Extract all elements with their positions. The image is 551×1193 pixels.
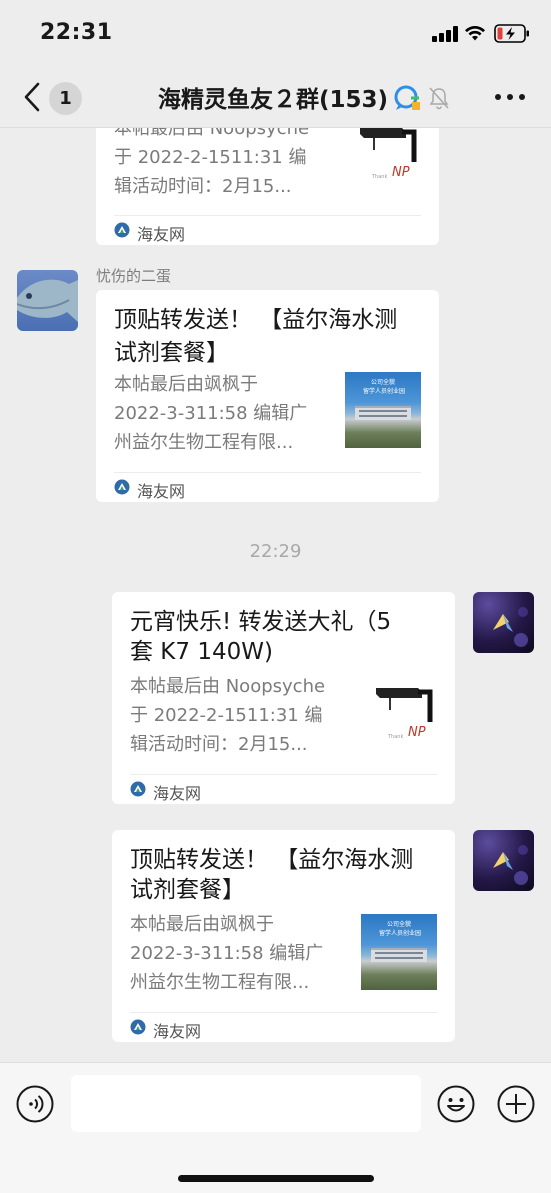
sender-name: 忧伤的二蛋 [96, 267, 172, 285]
source-logo-icon [130, 781, 146, 797]
svg-text:NP: NP [408, 725, 426, 740]
card-title-line: 顶贴转发送！ 【益尔海水测 [130, 847, 414, 873]
card-description-line: 本帖最后由飒枫于 [114, 374, 258, 395]
input-bar [0, 1062, 551, 1193]
avatar[interactable] [17, 270, 78, 331]
card-description-line: 州益尔生物工程有限... [130, 972, 310, 993]
card-description-line: 2022-3-311:58 编辑广 [114, 403, 308, 424]
card-divider [130, 774, 437, 775]
card-source-label: 海友网 [137, 225, 186, 244]
card-title-line: 顶贴转发送！ 【益尔海水测 [114, 307, 398, 333]
card-divider [114, 472, 421, 473]
card-title-line: 试剂套餐】 [130, 877, 245, 903]
avatar[interactable] [473, 830, 534, 891]
card-description-line: 本帖最后由 Noopsyche [114, 128, 310, 139]
message-input[interactable] [71, 1075, 421, 1132]
card-description-line: 本帖最后由 Noopsyche [130, 676, 326, 697]
voice-input-icon[interactable] [16, 1085, 54, 1123]
home-indicator [178, 1175, 374, 1182]
source-logo-icon [114, 222, 130, 238]
card-divider [114, 215, 421, 216]
link-card[interactable]: 元宵快乐! 转发送大礼（5 套 K7 140W) 本帖最后由 Noopsyche… [112, 592, 455, 804]
plus-icon[interactable] [497, 1085, 535, 1123]
link-card[interactable]: 顶贴转发送！ 【益尔海水测 试剂套餐】 本帖最后由飒枫于 2022-3-311:… [96, 290, 439, 502]
unread-count-badge[interactable]: 1 [49, 82, 82, 115]
avatar[interactable] [473, 592, 534, 653]
status-time: 22:31 [40, 20, 113, 45]
svg-text:Thank: Thank [371, 174, 387, 180]
card-source-label: 海友网 [153, 784, 202, 803]
card-divider [130, 1012, 437, 1013]
card-description-line: 于 2022-2-1511:31 编 [130, 705, 323, 726]
link-card[interactable]: 顶贴转发送！ 【益尔海水测 试剂套餐】 本帖最后由飒枫于 2022-3-311:… [112, 830, 455, 1042]
card-title-line: 试剂套餐】 [114, 340, 229, 366]
wifi-icon [465, 25, 485, 41]
card-description-line: 辑活动时间：2月15... [114, 176, 292, 197]
battery-charging-icon [494, 24, 529, 43]
source-logo-icon [114, 479, 130, 495]
more-options-button[interactable] [494, 86, 526, 106]
card-description-line: 州益尔生物工程有限... [114, 432, 294, 453]
card-source-label: 海友网 [153, 1022, 202, 1041]
svg-text:Thank: Thank [387, 734, 403, 740]
cellular-signal-icon [432, 26, 458, 42]
enterprise-chat-icon [394, 85, 420, 110]
card-description-line: 辑活动时间：2月15... [130, 734, 308, 755]
card-description-line: 于 2022-2-1511:31 编 [114, 147, 307, 168]
emoji-icon[interactable] [437, 1085, 475, 1123]
svg-text:NP: NP [392, 165, 410, 180]
company-building-thumbnail: 公司全貌 留学人员创业园 [361, 914, 437, 990]
aquarium-light-thumbnail: NP Thank [368, 676, 444, 752]
source-logo-icon [130, 1019, 146, 1035]
time-stamp: 22:29 [249, 541, 302, 562]
aquarium-light-thumbnail: NP Thank [352, 128, 428, 192]
link-card[interactable]: 本帖最后由 Noopsyche 于 2022-2-1511:31 编 辑活动时间… [96, 128, 439, 245]
card-title-line: 套 K7 140W) [130, 639, 273, 665]
message-list[interactable]: 本帖最后由 Noopsyche 于 2022-2-1511:31 编 辑活动时间… [0, 128, 551, 1062]
card-source-label: 海友网 [137, 482, 186, 501]
chat-header: 1 海精灵鱼友２群(153) [0, 66, 551, 128]
card-description-line: 2022-3-311:58 编辑广 [130, 943, 324, 964]
status-bar: 22:31 [0, 0, 551, 66]
back-button[interactable] [18, 80, 48, 114]
mute-bell-icon [429, 87, 449, 110]
chat-title: 海精灵鱼友２群(153) [158, 87, 389, 113]
card-title-line: 元宵快乐! 转发送大礼（5 [130, 609, 392, 635]
company-building-thumbnail: 公司全貌 留学人员创业园 [345, 372, 421, 448]
card-description-line: 本帖最后由飒枫于 [130, 914, 274, 935]
